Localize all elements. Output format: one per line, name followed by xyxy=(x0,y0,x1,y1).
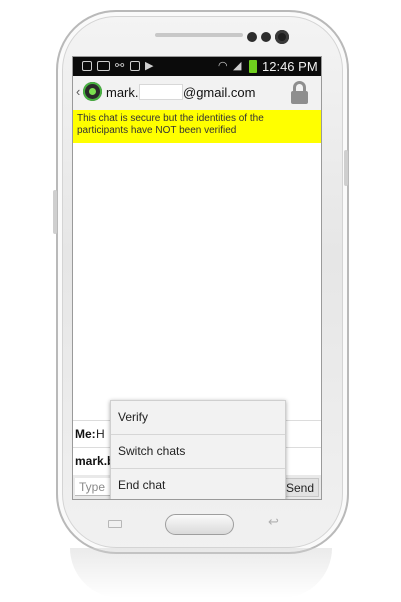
status-time: 12:46 PM xyxy=(262,59,318,74)
wifi-icon: ◠ xyxy=(218,60,228,72)
redacted-box xyxy=(139,84,183,100)
voicemail-icon xyxy=(97,61,110,71)
back-chevron-icon[interactable]: ‹ xyxy=(76,84,80,99)
front-camera xyxy=(275,30,289,44)
status-bar: ⚯ ▶ ◠ ◢ 12:46 PM xyxy=(73,57,321,76)
menu-item-end-chat[interactable]: End chat xyxy=(111,469,285,499)
battery-icon xyxy=(249,60,257,73)
message-text: H xyxy=(96,427,105,441)
image-icon xyxy=(82,61,92,71)
contact-name-suffix: @gmail.com xyxy=(183,85,256,100)
signal-icon: ◢ xyxy=(233,60,242,72)
screen: ⚯ ▶ ◠ ◢ 12:46 PM ‹ mark. @gmail.com This… xyxy=(72,56,322,500)
menu-key-icon[interactable] xyxy=(108,520,122,528)
message-sender: mark.b xyxy=(75,454,115,468)
lock-icon[interactable] xyxy=(291,81,308,105)
light-sensor xyxy=(261,32,271,42)
phone-reflection xyxy=(70,548,332,598)
menu-item-switch-chats[interactable]: Switch chats xyxy=(111,435,285,469)
presence-dot xyxy=(89,88,96,95)
chat-header: ‹ mark. @gmail.com xyxy=(73,76,321,110)
lock-icon xyxy=(130,61,140,71)
back-arrow-icon[interactable]: ↩ xyxy=(268,514,279,530)
message-sender: Me: xyxy=(75,427,96,441)
security-banner: This chat is secure but the identities o… xyxy=(73,110,321,143)
send-button[interactable]: Send xyxy=(281,478,319,497)
contact-name-prefix: mark. xyxy=(106,85,139,100)
earpiece-speaker xyxy=(155,33,243,37)
power-key xyxy=(344,150,348,186)
context-menu: Verify Switch chats End chat xyxy=(110,400,286,499)
menu-item-verify[interactable]: Verify xyxy=(111,401,285,435)
usb-icon: ⚯ xyxy=(115,60,125,72)
home-button[interactable] xyxy=(165,514,234,535)
contact-avatar[interactable] xyxy=(83,82,102,101)
proximity-sensor xyxy=(247,32,257,42)
lock-body xyxy=(291,91,308,104)
media-icon: ▶ xyxy=(145,60,154,72)
volume-key xyxy=(53,190,57,234)
